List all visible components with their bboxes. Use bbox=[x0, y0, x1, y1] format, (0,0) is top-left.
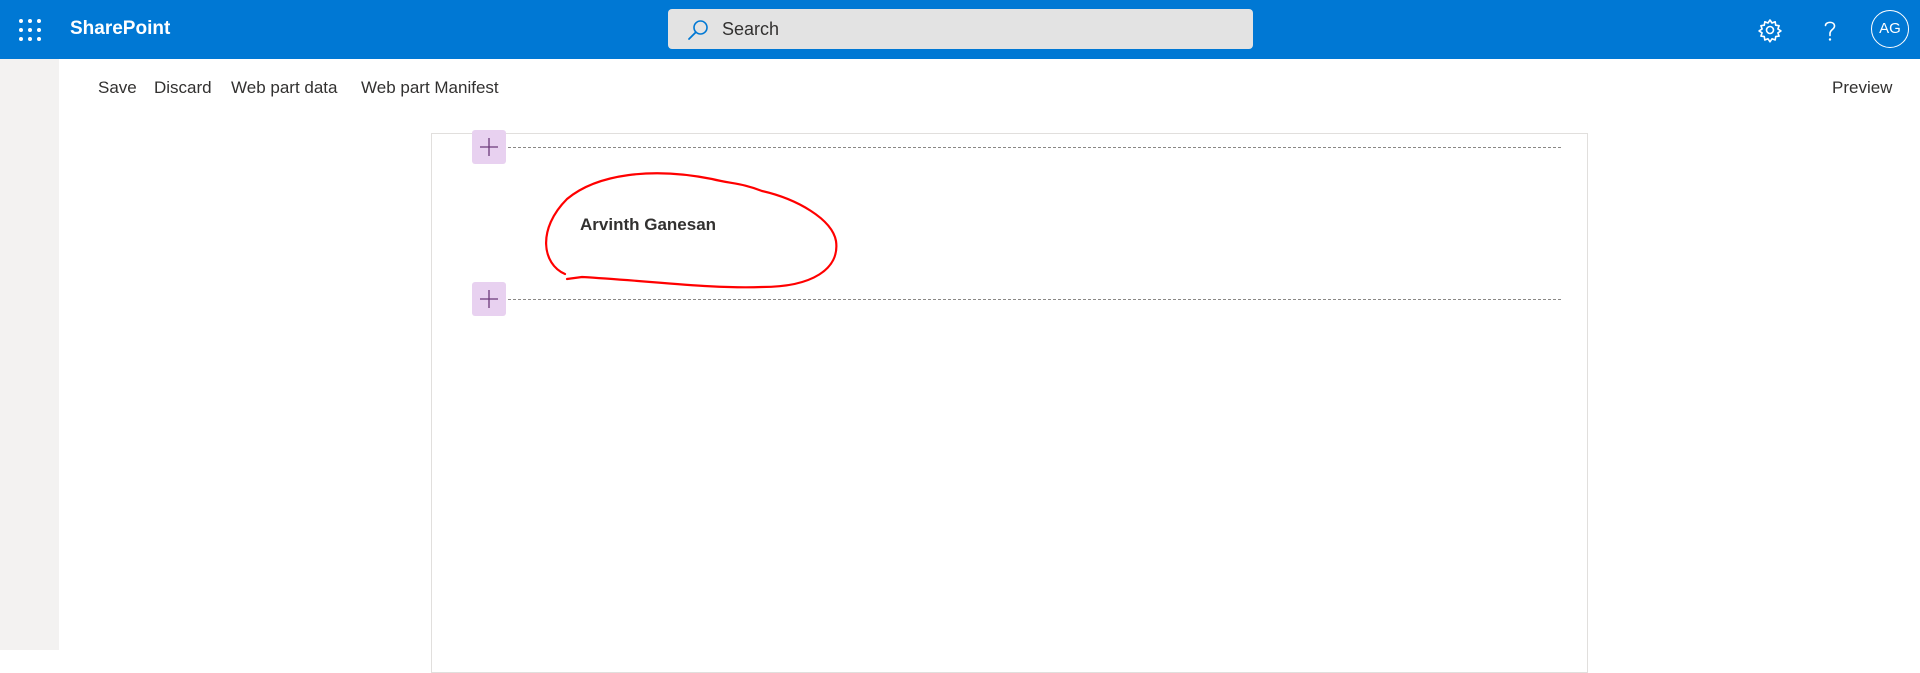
section-divider-top bbox=[483, 147, 1561, 148]
settings-gear-icon[interactable] bbox=[1755, 15, 1785, 45]
section-divider-bottom bbox=[483, 299, 1561, 300]
search-icon bbox=[686, 18, 710, 42]
web-part-data-button[interactable]: Web part data bbox=[231, 76, 337, 100]
add-section-button-bottom[interactable] bbox=[472, 282, 506, 316]
page-canvas: Arvinth Ganesan bbox=[431, 130, 1588, 673]
add-section-button-top[interactable] bbox=[472, 130, 506, 164]
save-button[interactable]: Save bbox=[98, 76, 137, 100]
app-name[interactable]: SharePoint bbox=[70, 17, 170, 41]
app-launcher-icon[interactable] bbox=[18, 18, 42, 42]
search-input[interactable] bbox=[722, 9, 1222, 49]
web-part-text: Arvinth Ganesan bbox=[580, 215, 717, 234]
help-icon[interactable] bbox=[1815, 15, 1845, 45]
plus-icon bbox=[480, 290, 498, 308]
avatar[interactable]: AG bbox=[1871, 10, 1909, 48]
suite-bar: SharePoint AG bbox=[0, 0, 1920, 59]
search-box[interactable] bbox=[668, 9, 1253, 49]
preview-button[interactable]: Preview bbox=[1832, 76, 1892, 100]
left-rail bbox=[0, 59, 59, 650]
web-part-manifest-button[interactable]: Web part Manifest bbox=[361, 76, 499, 100]
plus-icon bbox=[480, 138, 498, 156]
discard-button[interactable]: Discard bbox=[154, 76, 212, 100]
